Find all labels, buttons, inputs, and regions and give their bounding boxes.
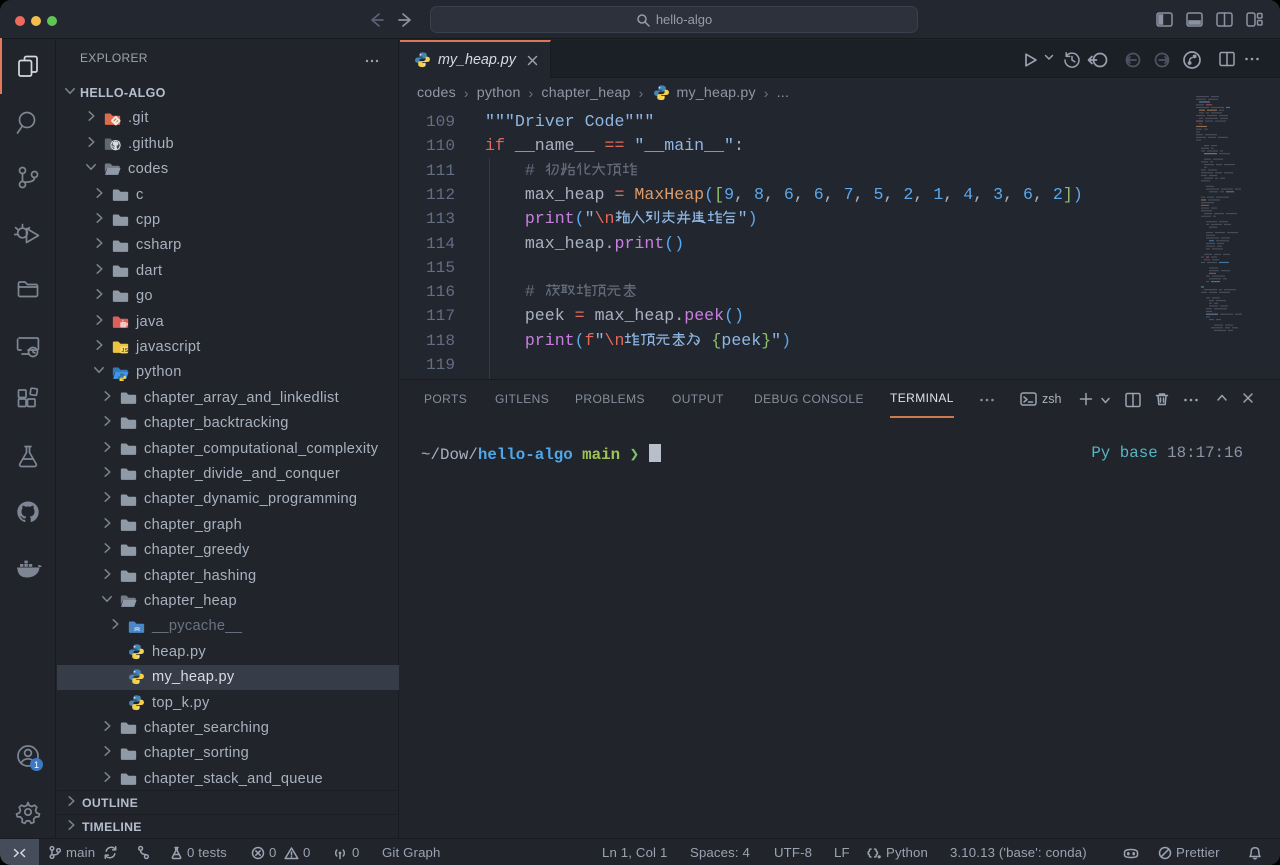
svg-text:JS: JS (121, 348, 128, 354)
